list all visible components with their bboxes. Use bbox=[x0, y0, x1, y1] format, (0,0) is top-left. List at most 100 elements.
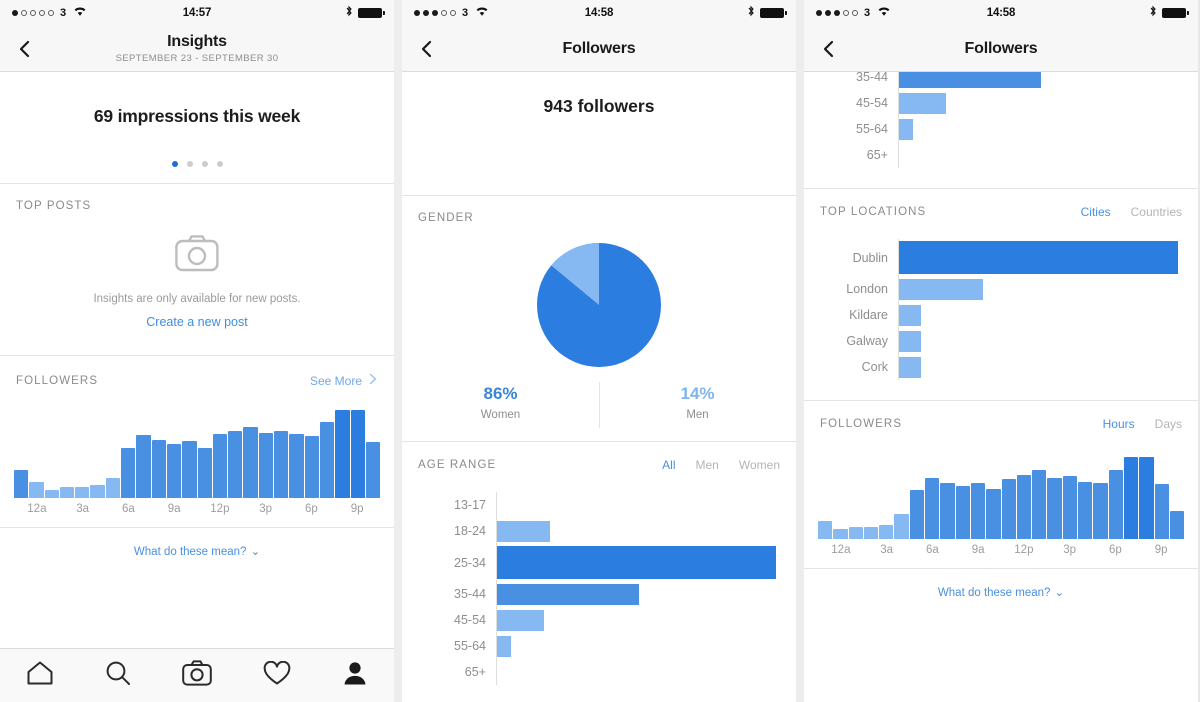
bar-fill bbox=[899, 118, 913, 140]
status-time-3: 14:58 bbox=[986, 7, 1016, 19]
chart-row: 18-24 bbox=[422, 518, 776, 544]
pager-dot[interactable] bbox=[171, 161, 178, 167]
category-label: 25-34 bbox=[454, 555, 486, 570]
pager-dot[interactable] bbox=[186, 161, 193, 167]
status-bar-2: 3 14:58 bbox=[402, 0, 796, 26]
search-icon[interactable] bbox=[105, 660, 131, 691]
section-title-gender: GENDER bbox=[418, 212, 474, 224]
nav-center-2: Followers bbox=[402, 26, 796, 71]
top-locations-header: TOP LOCATIONS Cities Countries bbox=[804, 189, 1198, 227]
pager-dot[interactable] bbox=[216, 161, 223, 167]
hourly-bar bbox=[14, 470, 29, 498]
carousel-pager[interactable] bbox=[171, 161, 223, 167]
axis-tick-label: 9p bbox=[350, 503, 364, 515]
gender-card: GENDER 86% Women 14% Men bbox=[402, 196, 796, 442]
battery-icon bbox=[760, 8, 787, 18]
impressions-card[interactable]: 69 impressions this week bbox=[0, 72, 394, 184]
see-more-button[interactable]: See More bbox=[310, 372, 378, 390]
category-label: 35-44 bbox=[454, 587, 486, 601]
gender-legend: 86% Women 14% Men bbox=[402, 376, 796, 441]
page-title: Followers bbox=[964, 39, 1038, 57]
tab-men[interactable]: Men bbox=[696, 458, 719, 472]
panel-gutter bbox=[796, 0, 804, 702]
chart-row: 45-54 bbox=[824, 90, 1178, 116]
home-icon[interactable] bbox=[26, 660, 54, 691]
tab-days[interactable]: Days bbox=[1155, 417, 1182, 431]
chart-row: 13-17 bbox=[422, 492, 776, 518]
followers-header-3: FOLLOWERS Hours Days bbox=[804, 401, 1198, 439]
what-mean-label-3: What do these mean? bbox=[937, 587, 1051, 599]
hourly-axis-1: 12a 3a 6a 9a 12p 3p 6p 9p bbox=[14, 503, 380, 527]
tab-all[interactable]: All bbox=[662, 458, 675, 472]
scroll-body-3[interactable]: 35-44 45-54 55-64 65+ TOP LOCATIONS Cities C… bbox=[804, 72, 1198, 702]
axis-tick-label: 6p bbox=[1108, 544, 1122, 556]
bar-fill bbox=[497, 635, 511, 657]
top-locations-tabs[interactable]: Cities Countries bbox=[1081, 205, 1182, 219]
hourly-bar bbox=[848, 527, 863, 539]
axis-tick-label: 3p bbox=[259, 503, 273, 515]
chart-row: Dublin bbox=[824, 239, 1178, 276]
tab-hours[interactable]: Hours bbox=[1103, 417, 1135, 431]
heart-icon[interactable] bbox=[263, 660, 291, 691]
what-do-these-mean-link-1[interactable]: What do these mean? ⌄ bbox=[0, 528, 394, 576]
status-bar-1: 3 14:57 bbox=[0, 0, 394, 26]
hourly-bar bbox=[940, 483, 955, 539]
chevron-left-icon[interactable] bbox=[416, 38, 438, 60]
hourly-bar bbox=[44, 490, 59, 498]
hourly-bar bbox=[986, 489, 1001, 539]
bar-track bbox=[898, 354, 1178, 380]
bar-track bbox=[496, 633, 776, 659]
followers-card-1: FOLLOWERS See More 12a 3a 6a 9a 12p 3p 6p 9p bbox=[0, 356, 394, 527]
top-locations-chart: Dublin London Kildare Galway Cork bbox=[804, 227, 1198, 400]
hourly-bar bbox=[1016, 475, 1032, 539]
bar-track bbox=[898, 142, 1178, 168]
page-title: Followers bbox=[562, 39, 636, 57]
hourly-bar bbox=[1001, 479, 1016, 539]
hourly-bar bbox=[59, 487, 75, 498]
hourly-bar bbox=[289, 434, 304, 498]
bar-track bbox=[898, 276, 1178, 302]
hourly-bar bbox=[863, 527, 879, 539]
axis-tick-label: 6p bbox=[304, 503, 318, 515]
bar-track bbox=[898, 328, 1178, 354]
hourly-bar bbox=[121, 448, 136, 498]
category-label: 45-54 bbox=[856, 96, 888, 110]
pager-dot[interactable] bbox=[201, 161, 208, 167]
nav-bar-followers-2: Followers bbox=[402, 26, 796, 72]
top-posts-card: TOP POSTS Insights are only available fo… bbox=[0, 184, 394, 356]
hourly-bars-3 bbox=[818, 447, 1185, 539]
hourly-bar bbox=[1047, 478, 1062, 539]
category-label: 45-54 bbox=[454, 613, 486, 627]
followers-interval-tabs[interactable]: Hours Days bbox=[1103, 417, 1182, 431]
chevron-left-icon[interactable] bbox=[818, 38, 840, 60]
tab-cities[interactable]: Cities bbox=[1081, 205, 1111, 219]
age-range-tabs[interactable]: All Men Women bbox=[662, 458, 780, 472]
tab-women[interactable]: Women bbox=[739, 458, 780, 472]
bar-track bbox=[898, 116, 1178, 142]
what-do-these-mean-link-3[interactable]: What do these mean? ⌄ bbox=[804, 569, 1198, 617]
hourly-bar bbox=[1032, 470, 1047, 539]
gender-pie-chart bbox=[537, 243, 661, 367]
hourly-bar bbox=[90, 485, 105, 498]
hourly-bar bbox=[818, 521, 833, 539]
hourly-bars-1 bbox=[14, 406, 381, 498]
chevron-left-icon[interactable] bbox=[14, 38, 36, 60]
scroll-body-1[interactable]: 69 impressions this week TOP POSTS Insig… bbox=[0, 72, 394, 648]
chart-row: London bbox=[824, 276, 1178, 302]
hourly-bar bbox=[909, 490, 925, 539]
tab-countries[interactable]: Countries bbox=[1131, 205, 1182, 219]
screenshot-root: 3 14:57 Insights SEPTEMBER 23 - SEPTEMBE… bbox=[0, 0, 1200, 702]
gender-men-stat: 14% Men bbox=[599, 384, 796, 421]
chart-row: 45-54 bbox=[422, 607, 776, 633]
person-icon[interactable] bbox=[342, 660, 368, 691]
top-locations-card: TOP LOCATIONS Cities Countries Dublin Lond… bbox=[804, 189, 1198, 401]
create-new-post-link[interactable]: Create a new post bbox=[146, 315, 247, 329]
section-title-age-range: AGE RANGE bbox=[418, 459, 497, 471]
chart-row: 35-44 bbox=[824, 72, 1178, 90]
age-range-header: AGE RANGE All Men Women bbox=[402, 442, 796, 480]
see-more-label: See More bbox=[309, 374, 362, 388]
camera-icon[interactable] bbox=[182, 660, 212, 691]
chevron-down-icon: ⌄ bbox=[250, 546, 261, 558]
scroll-body-2[interactable]: 943 followers GENDER 86% Women 14% Men A… bbox=[402, 72, 796, 702]
bottom-tab-bar[interactable] bbox=[0, 648, 394, 702]
